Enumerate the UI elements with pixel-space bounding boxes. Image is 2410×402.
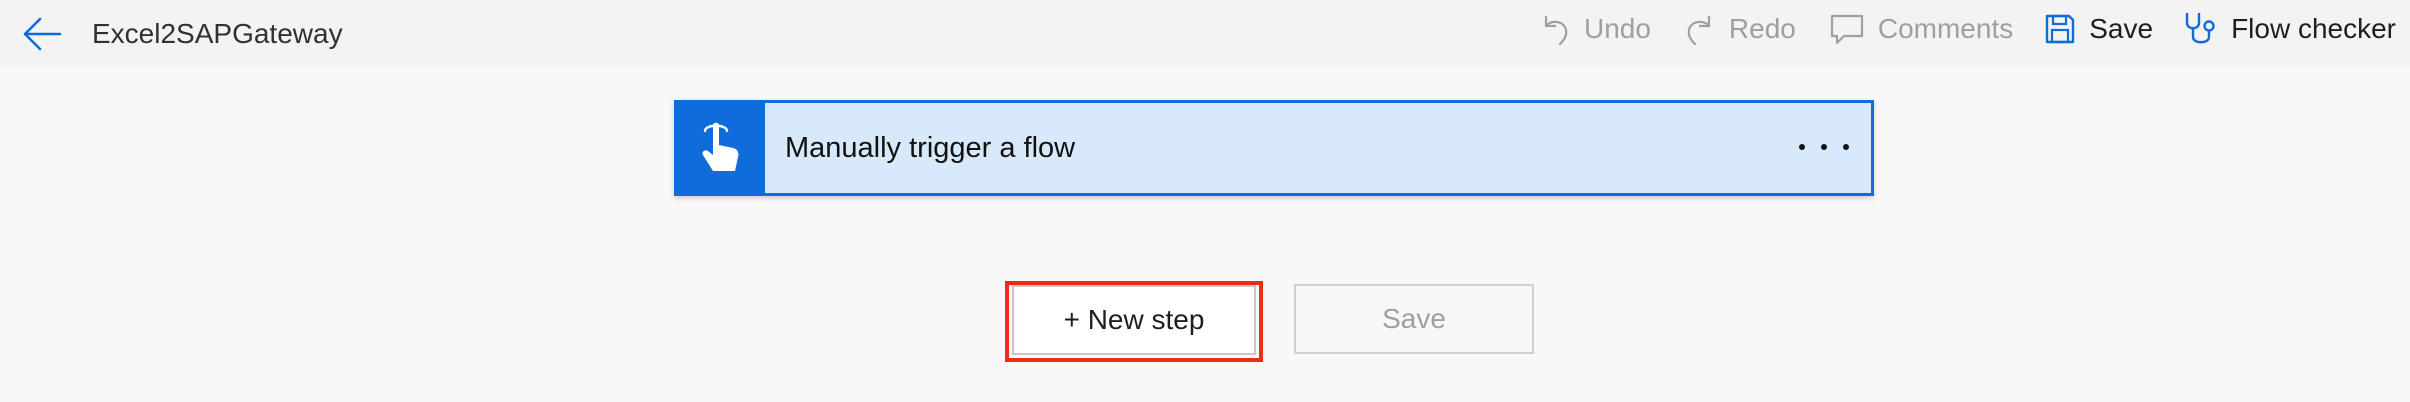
header-save-label: Save (2089, 13, 2154, 44)
undo-label: Undo (1583, 13, 1651, 44)
comments-label: Comments (1877, 13, 2014, 44)
trigger-icon-box (677, 103, 765, 193)
comment-icon (1830, 14, 1863, 45)
stethoscope-icon (2185, 12, 2215, 44)
redo-icon (1687, 16, 1711, 46)
app-header: Excel2SAPGateway Undo Redo Comments Save… (0, 0, 2410, 68)
flow-title: Excel2SAPGateway (92, 18, 343, 49)
more-dot-icon (1843, 144, 1849, 150)
undo-button[interactable]: Undo (1540, 0, 1651, 58)
trigger-title: Manually trigger a flow (785, 131, 1076, 164)
more-dot-icon (1821, 144, 1827, 150)
redo-label: Redo (1728, 13, 1796, 44)
new-step-button[interactable]: + New step (1012, 285, 1256, 355)
redo-button[interactable]: Redo (1685, 0, 1796, 58)
save-button[interactable]: Save (1294, 284, 1534, 354)
flow-checker-label: Flow checker (2231, 13, 2396, 44)
more-dot-icon (1799, 144, 1805, 150)
back-button[interactable] (18, 10, 66, 58)
trigger-card-manual[interactable]: Manually trigger a flow (674, 100, 1874, 196)
comments-button[interactable]: Comments (1830, 0, 2013, 58)
save-icon (2046, 14, 2075, 44)
more-options-button[interactable] (1799, 127, 1849, 167)
hand-touch-icon (702, 122, 739, 171)
back-arrow-icon (23, 17, 62, 51)
flow-checker-button[interactable]: Flow checker (2183, 0, 2396, 58)
toolbar: Undo Redo Comments Save Flow checker (1540, 0, 2410, 58)
header-save-button[interactable]: Save (2045, 0, 2153, 58)
undo-icon (1544, 16, 1568, 46)
